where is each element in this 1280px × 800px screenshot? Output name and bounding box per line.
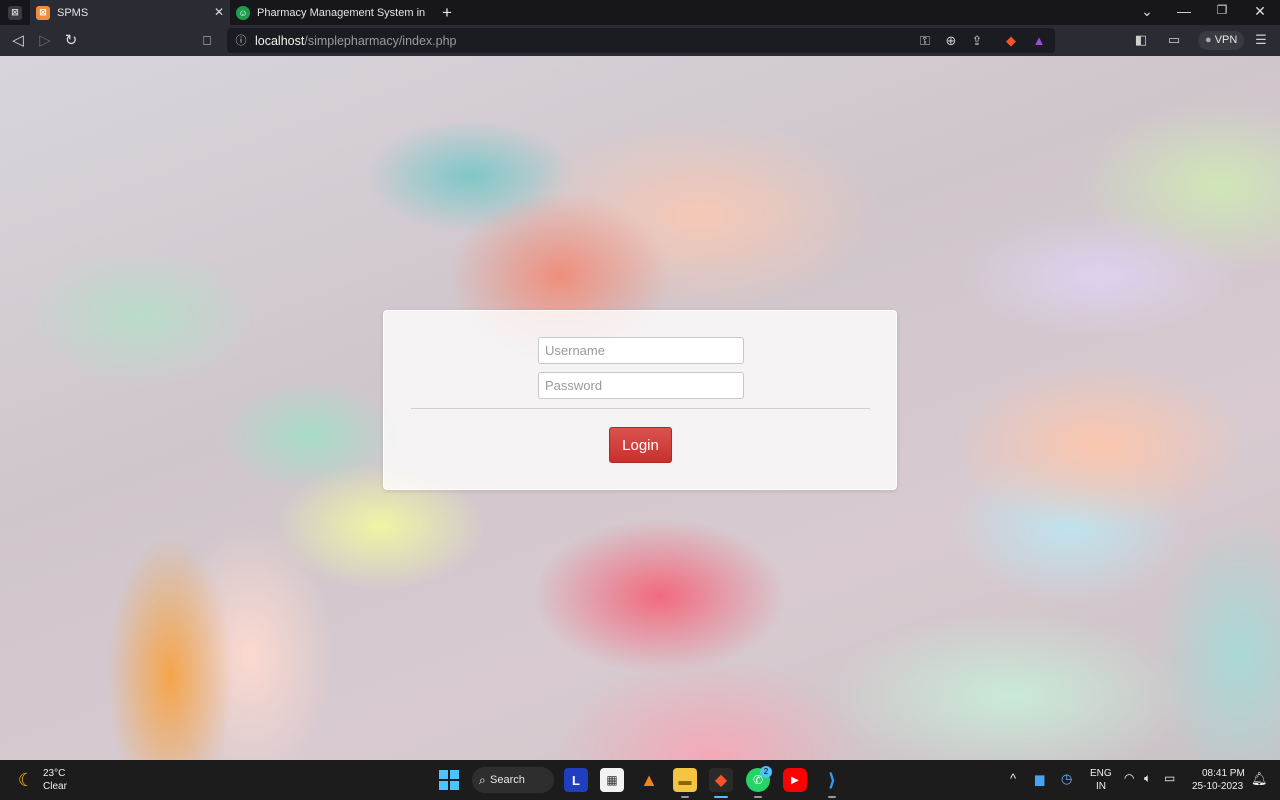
tab-overview-button[interactable]: ⊠: [0, 0, 30, 25]
maximize-icon[interactable]: ❐: [1212, 3, 1232, 17]
vpn-button[interactable]: ● VPN: [1198, 31, 1245, 50]
tray-app-icon[interactable]: ▆: [1035, 772, 1044, 786]
share-icon[interactable]: ⇪: [969, 33, 985, 49]
url-text[interactable]: localhost/simplepharmacy/index.php: [255, 34, 457, 48]
close-tab-icon[interactable]: ✕: [214, 5, 224, 19]
password-input[interactable]: [538, 372, 744, 399]
vs-code-icon[interactable]: ⟩: [820, 768, 844, 792]
vpn-status-icon: ●: [1205, 34, 1212, 46]
browser-toolbar: ◁ ▷ ↻ ⎕ ⓘ localhost/simplepharmacy/index…: [0, 25, 1280, 56]
notification-bell-icon[interactable]: 🔔︎: [1251, 771, 1268, 787]
address-bar[interactable]: ⓘ localhost/simplepharmacy/index.php ⚿ ⊕…: [227, 28, 1055, 53]
site-info-icon[interactable]: ⓘ: [233, 33, 249, 49]
wallet-icon[interactable]: ▭: [1166, 32, 1182, 48]
login-card: Login: [383, 310, 897, 490]
running-indicator: [828, 796, 836, 798]
clock-time[interactable]: 08:41 PM: [1202, 768, 1245, 779]
tab-title: SPMS: [57, 6, 89, 19]
language-code[interactable]: ENG: [1090, 768, 1112, 779]
reload-icon[interactable]: ↻: [62, 32, 80, 50]
speaker-icon[interactable]: 🔈︎: [1144, 771, 1151, 786]
xampp-favicon-icon: ⊠: [36, 5, 50, 20]
microsoft-store-icon[interactable]: ▦: [600, 768, 624, 792]
brave-browser-icon[interactable]: ◆: [709, 768, 733, 792]
menu-icon[interactable]: ☰: [1253, 32, 1269, 48]
tab-pharmacy-management[interactable]: ☺ Pharmacy Management System in php: [230, 0, 428, 25]
whatsapp-badge: 2: [760, 766, 772, 778]
zoom-icon[interactable]: ⊕: [943, 33, 959, 49]
brave-rewards-icon[interactable]: ▲: [1031, 33, 1047, 49]
sidebar-toggle-icon[interactable]: ◧: [1133, 32, 1149, 48]
vlc-icon[interactable]: ▲: [637, 768, 661, 792]
divider: [411, 408, 870, 409]
minimize-icon[interactable]: —: [1174, 3, 1194, 19]
show-hidden-icons-chevron-icon[interactable]: ^: [1010, 771, 1016, 786]
search-icon: ⌕: [479, 772, 486, 787]
bookmark-icon[interactable]: ⎕: [198, 32, 216, 50]
username-input[interactable]: [538, 337, 744, 364]
login-button[interactable]: Login: [609, 427, 672, 463]
wifi-icon[interactable]: ◠: [1124, 771, 1134, 785]
brave-shields-icon[interactable]: ◆: [1003, 33, 1019, 49]
tab-list-chevron-icon[interactable]: ⌄: [1137, 3, 1157, 20]
browser-tab-bar: ⊠ ⊠ SPMS ✕ ☺ Pharmacy Management System …: [0, 0, 1280, 25]
close-window-icon[interactable]: ✕: [1250, 3, 1270, 20]
language-region[interactable]: IN: [1096, 781, 1106, 792]
back-icon[interactable]: ◁: [9, 32, 27, 50]
key-icon[interactable]: ⚿: [917, 33, 933, 49]
battery-icon[interactable]: ▭: [1164, 771, 1175, 785]
file-explorer-icon[interactable]: ▬: [673, 768, 697, 792]
tray-clock-app-icon[interactable]: ◷: [1061, 771, 1072, 787]
weather-condition[interactable]: Clear: [43, 781, 67, 792]
active-indicator: [714, 796, 728, 798]
tab-spms[interactable]: ⊠ SPMS ✕: [30, 0, 230, 25]
tab-overview-icon: ⊠: [8, 5, 22, 20]
page-background: Login: [0, 56, 1280, 760]
windows-start-icon[interactable]: [437, 768, 461, 792]
lens-app-icon[interactable]: L: [564, 768, 588, 792]
new-tab-button[interactable]: +: [436, 0, 458, 25]
youtube-icon[interactable]: ▶: [783, 768, 807, 792]
clock-date[interactable]: 25-10-2023: [1192, 781, 1243, 792]
running-indicator: [681, 796, 689, 798]
windows-taskbar: ☾ 23°C Clear ⌕ Search L ▦ ▲ ▬ ◆ ✆ 2 ▶ ⟩ …: [0, 760, 1280, 800]
moon-weather-icon[interactable]: ☾: [14, 768, 38, 792]
weather-temp[interactable]: 23°C: [43, 768, 65, 779]
site-favicon-icon: ☺: [236, 5, 250, 20]
taskbar-search[interactable]: ⌕ Search: [472, 767, 554, 793]
forward-icon[interactable]: ▷: [36, 32, 54, 50]
running-indicator: [754, 796, 762, 798]
tab-title: Pharmacy Management System in php: [257, 6, 425, 19]
